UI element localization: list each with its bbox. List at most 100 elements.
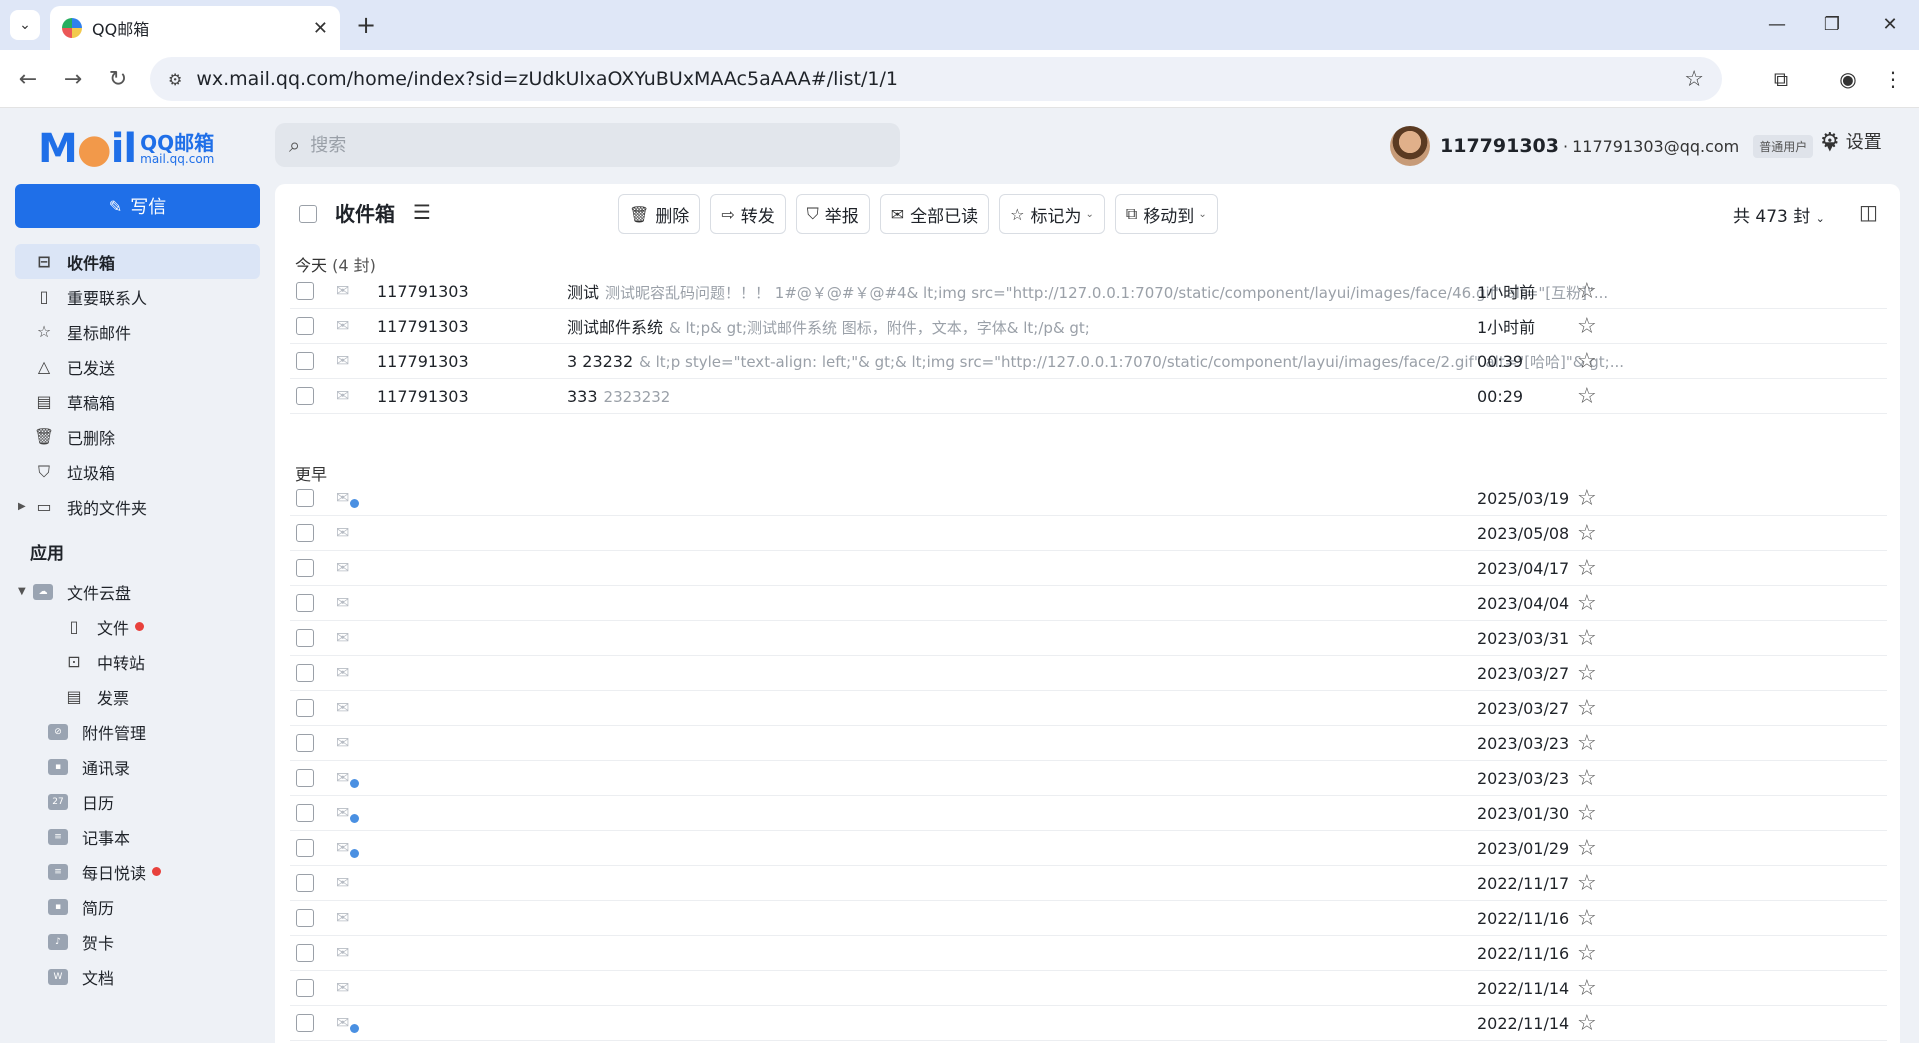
- user-account[interactable]: 117791303 · 117791303@qq.com 普通用户 ▼: [1390, 126, 1835, 166]
- mail-checkbox[interactable]: [296, 804, 314, 822]
- move-to-dropdown[interactable]: ⧉ 移动到 ⌄: [1114, 194, 1218, 234]
- mail-row[interactable]: ✉ 2022/11/14 ☆: [290, 971, 1887, 1006]
- tab-search-button[interactable]: ⌄: [10, 10, 40, 40]
- mail-row[interactable]: ✉ 2023/03/23 ☆: [290, 726, 1887, 761]
- sidebar-item-docs[interactable]: W 文档: [15, 959, 260, 994]
- star-toggle-icon[interactable]: ☆: [1577, 696, 1597, 721]
- sidebar-item-daily-reading[interactable]: ≡ 每日悦读: [15, 854, 260, 889]
- sidebar-item-my-folders[interactable]: ▶ ▭ 我的文件夹: [15, 489, 260, 524]
- mail-total-count[interactable]: 共 473 封 ⌄: [1733, 202, 1825, 227]
- bookmark-star-icon[interactable]: ☆: [1684, 67, 1704, 92]
- star-toggle-icon[interactable]: ☆: [1577, 976, 1597, 1001]
- star-toggle-icon[interactable]: ☆: [1577, 801, 1597, 826]
- report-button[interactable]: ⛉ 举报: [795, 194, 870, 234]
- sidebar-item-greeting-card[interactable]: ♪ 贺卡: [15, 924, 260, 959]
- star-toggle-icon[interactable]: ☆: [1577, 279, 1597, 304]
- mail-checkbox[interactable]: [296, 944, 314, 962]
- new-tab-button[interactable]: +: [350, 9, 382, 41]
- select-all-checkbox[interactable]: [299, 205, 317, 223]
- mail-checkbox[interactable]: [296, 734, 314, 752]
- sidebar-item-contacts[interactable]: ▪ 通讯录: [15, 749, 260, 784]
- star-toggle-icon[interactable]: ☆: [1577, 731, 1597, 756]
- mail-checkbox[interactable]: [296, 387, 314, 405]
- star-toggle-icon[interactable]: ☆: [1577, 314, 1597, 339]
- sidebar-item-drafts[interactable]: ▤ 草稿箱: [15, 384, 260, 419]
- forward-button[interactable]: →: [57, 63, 89, 95]
- sidebar-item-invoice[interactable]: ▤ 发票: [15, 679, 260, 714]
- sidebar-item-spam[interactable]: ⛉ 垃圾箱: [15, 454, 260, 489]
- mail-row[interactable]: ✉ 2025/03/19 ☆: [290, 481, 1887, 516]
- mail-checkbox[interactable]: [296, 909, 314, 927]
- mail-row[interactable]: ✉ 117791303 测试 测试昵容乱码问题！！！ 1#@￥@#￥@#4& lt;i…: [290, 274, 1887, 309]
- mail-row[interactable]: ✉ 117791303 测试邮件系统 & lt;p& gt;测试邮件系统 图标，附件，…: [290, 309, 1887, 344]
- mail-checkbox[interactable]: [296, 524, 314, 542]
- mail-checkbox[interactable]: [296, 594, 314, 612]
- sidebar-item-attachments[interactable]: ⊘ 附件管理: [15, 714, 260, 749]
- star-toggle-icon[interactable]: ☆: [1577, 349, 1597, 374]
- url-text[interactable]: wx.mail.qq.com/home/index?sid=zUdkUlxaOX…: [196, 68, 1684, 90]
- avatar[interactable]: [1390, 126, 1430, 166]
- mail-row[interactable]: ✉ 2023/03/27 ☆: [290, 656, 1887, 691]
- sidebar-item-inbox[interactable]: ⊟ 收件箱: [15, 244, 260, 279]
- mail-checkbox[interactable]: [296, 769, 314, 787]
- delete-button[interactable]: 🗑︎ 删除: [618, 194, 701, 234]
- back-button[interactable]: ←: [12, 63, 44, 95]
- star-toggle-icon[interactable]: ☆: [1577, 556, 1597, 581]
- sidebar-item-important-contacts[interactable]: ▯ 重要联系人: [15, 279, 260, 314]
- qq-mail-logo[interactable]: M●il QQ邮箱 mail.qq.com: [38, 126, 214, 172]
- extensions-icon[interactable]: ⧉: [1765, 63, 1797, 95]
- star-toggle-icon[interactable]: ☆: [1577, 384, 1597, 409]
- mail-checkbox[interactable]: [296, 664, 314, 682]
- mail-row[interactable]: ✉ 2023/05/08 ☆: [290, 516, 1887, 551]
- caret-down-icon[interactable]: ▼: [18, 586, 26, 597]
- mail-checkbox[interactable]: [296, 839, 314, 857]
- mail-row[interactable]: ✉ 2023/01/29 ☆: [290, 831, 1887, 866]
- search-box[interactable]: ⌕: [275, 123, 900, 167]
- star-toggle-icon[interactable]: ☆: [1577, 486, 1597, 511]
- mail-checkbox[interactable]: [296, 282, 314, 300]
- star-toggle-icon[interactable]: ☆: [1577, 591, 1597, 616]
- mail-checkbox[interactable]: [296, 559, 314, 577]
- browser-menu-icon[interactable]: ⋮: [1877, 63, 1909, 95]
- close-tab-icon[interactable]: ✕: [313, 18, 328, 39]
- url-omnibox[interactable]: ⚙ wx.mail.qq.com/home/index?sid=zUdkUlxa…: [150, 57, 1722, 101]
- mail-checkbox[interactable]: [296, 874, 314, 892]
- layout-toggle-icon[interactable]: ◫: [1859, 200, 1878, 224]
- star-toggle-icon[interactable]: ☆: [1577, 941, 1597, 966]
- sidebar-item-sent[interactable]: △ 已发送: [15, 349, 260, 384]
- mail-row[interactable]: ✉ 2022/11/17 ☆: [290, 866, 1887, 901]
- mail-row[interactable]: ✉ 2022/11/14 ☆: [290, 1006, 1887, 1041]
- sidebar-item-starred[interactable]: ☆ 星标邮件: [15, 314, 260, 349]
- mail-row[interactable]: ✉ 2023/04/04 ☆: [290, 586, 1887, 621]
- mail-row[interactable]: ✉ 2023/03/27 ☆: [290, 691, 1887, 726]
- star-toggle-icon[interactable]: ☆: [1577, 626, 1597, 651]
- mail-row[interactable]: ✉ 2023/03/31 ☆: [290, 621, 1887, 656]
- filter-menu-icon[interactable]: ☰: [413, 200, 431, 224]
- settings-button[interactable]: ⚙ 设置: [1820, 128, 1882, 154]
- minimize-window-button[interactable]: —: [1757, 8, 1797, 40]
- forward-button[interactable]: ⇨ 转发: [710, 194, 786, 234]
- mail-row[interactable]: ✉ 2023/03/23 ☆: [290, 761, 1887, 796]
- restore-window-button[interactable]: ❐: [1812, 8, 1852, 40]
- mail-row[interactable]: ✉ 2022/11/16 ☆: [290, 936, 1887, 971]
- mail-row[interactable]: ✉ 117791303 333 2323232 00:29 ☆: [290, 379, 1887, 414]
- sidebar-item-deleted[interactable]: 🗑︎ 已删除: [15, 419, 260, 454]
- mail-checkbox[interactable]: [296, 979, 314, 997]
- compose-button[interactable]: ✎ 写信: [15, 184, 260, 228]
- profile-icon[interactable]: ◉: [1832, 63, 1864, 95]
- star-toggle-icon[interactable]: ☆: [1577, 836, 1597, 861]
- site-settings-icon[interactable]: ⚙: [168, 70, 182, 89]
- star-toggle-icon[interactable]: ☆: [1577, 1011, 1597, 1036]
- sidebar-item-files[interactable]: ▯ 文件: [15, 609, 260, 644]
- mail-row[interactable]: ✉ 2023/01/30 ☆: [290, 796, 1887, 831]
- mail-checkbox[interactable]: [296, 317, 314, 335]
- mark-as-dropdown[interactable]: ☆ 标记为 ⌄: [999, 194, 1105, 234]
- mail-checkbox[interactable]: [296, 1014, 314, 1032]
- sidebar-item-calendar[interactable]: 27 日历: [15, 784, 260, 819]
- mail-checkbox[interactable]: [296, 629, 314, 647]
- star-toggle-icon[interactable]: ☆: [1577, 521, 1597, 546]
- mail-row[interactable]: ✉ 2022/11/16 ☆: [290, 901, 1887, 936]
- mail-checkbox[interactable]: [296, 699, 314, 717]
- mail-row[interactable]: ✉ 2023/04/17 ☆: [290, 551, 1887, 586]
- star-toggle-icon[interactable]: ☆: [1577, 661, 1597, 686]
